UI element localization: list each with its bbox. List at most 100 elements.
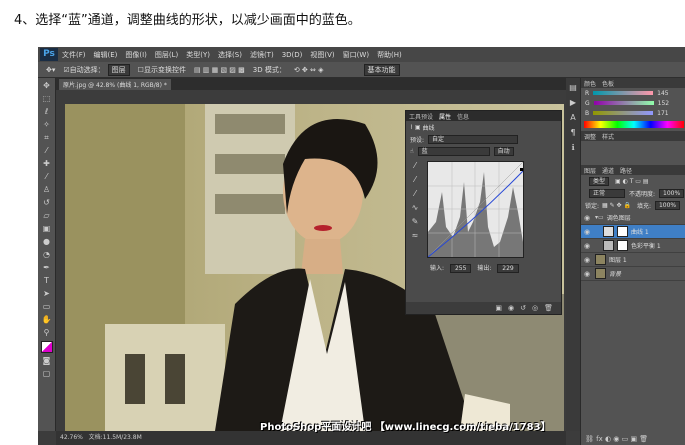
crop-icon[interactable]: ⌗ (42, 133, 52, 143)
menu-help[interactable]: 帮助(H) (377, 50, 402, 60)
fill-field[interactable]: 100% (654, 200, 681, 210)
gradient-icon[interactable]: ▣ (42, 224, 52, 234)
tab-tool-presets[interactable]: 工具预设 (409, 112, 433, 121)
layer-filter-icons[interactable]: ▣ ◐ T ▭ ▤ (615, 178, 649, 185)
character-icon[interactable]: A (568, 113, 578, 123)
menu-type[interactable]: 类型(Y) (186, 50, 210, 60)
red-value[interactable]: 145 (657, 90, 668, 97)
move-icon[interactable]: ✥ (42, 81, 52, 91)
move-tool-icon[interactable]: ✥▾ (46, 66, 55, 74)
white-point-eyedropper-icon[interactable]: ⁄ (408, 189, 422, 203)
menu-file[interactable]: 文件(F) (62, 50, 86, 60)
info-icon[interactable]: ℹ (568, 143, 578, 153)
shape-icon[interactable]: ▭ (42, 302, 52, 312)
tab-color[interactable]: 颜色 (584, 79, 596, 88)
view-previous-icon[interactable]: ◉ (508, 304, 514, 312)
tab-layers[interactable]: 图层 (584, 166, 596, 175)
reset-icon[interactable]: ↺ (520, 304, 526, 312)
menu-window[interactable]: 窗口(W) (343, 50, 369, 60)
layer-1-row[interactable]: ◉ 图层 1 (581, 253, 685, 267)
menu-view[interactable]: 视图(V) (310, 50, 334, 60)
tab-swatches[interactable]: 色板 (602, 79, 614, 88)
layers-footer-icons[interactable]: ⛓ fx ◐ ◉ ▭ ▣ 🗑 (585, 435, 648, 443)
visibility-eye-icon[interactable]: ◉ (584, 228, 592, 236)
curves-graph[interactable] (427, 161, 524, 258)
actions-icon[interactable]: ▶ (568, 98, 578, 108)
hand-icon[interactable]: ✋ (42, 315, 52, 325)
visibility-eye-icon[interactable]: ◉ (584, 214, 592, 222)
pen-icon[interactable]: ✒ (42, 263, 52, 273)
workspace-dropdown[interactable]: 基本功能 (363, 63, 400, 76)
color-swatches-icon[interactable] (40, 341, 53, 353)
preset-dropdown[interactable]: 自定 (428, 134, 519, 144)
stamp-icon[interactable]: ♙ (42, 185, 52, 195)
color-spectrum[interactable] (584, 121, 684, 128)
paragraph-icon[interactable]: ¶ (568, 128, 578, 138)
blue-slider[interactable]: B 171 (581, 108, 685, 118)
on-image-adjust-icon[interactable]: ☝ (410, 148, 414, 155)
visibility-eye-icon[interactable]: ◉ (584, 256, 592, 264)
menu-image[interactable]: 图像(I) (125, 50, 147, 60)
brush-icon[interactable]: ⁄ (42, 172, 52, 182)
auto-select-dropdown[interactable]: 图层 (107, 63, 130, 76)
magic-wand-icon[interactable]: ✧ (42, 120, 52, 130)
blur-icon[interactable]: ● (42, 237, 52, 247)
channel-dropdown[interactable]: 蓝 (417, 146, 490, 156)
quick-mask-icon[interactable]: ◙ (42, 356, 52, 366)
menu-filter[interactable]: 滤镜(T) (250, 50, 274, 60)
history-icon[interactable]: ▤ (568, 83, 578, 93)
tab-adjustments[interactable]: 调整 (584, 132, 596, 141)
eraser-icon[interactable]: ▱ (42, 211, 52, 221)
tab-styles[interactable]: 样式 (602, 132, 614, 141)
visibility-eye-icon[interactable]: ◉ (584, 242, 592, 250)
layer-kind-dropdown[interactable]: 类型 (589, 176, 610, 186)
auto-button[interactable]: 自动 (493, 146, 514, 156)
tab-channels[interactable]: 通道 (602, 166, 614, 175)
green-value[interactable]: 152 (658, 100, 669, 107)
tab-paths[interactable]: 路径 (620, 166, 632, 175)
lasso-icon[interactable]: ℓ (42, 107, 52, 117)
document-tab[interactable]: 原片.jpg @ 42.8% (曲线 1, RGB/8) * (59, 79, 171, 90)
tab-properties[interactable]: 属性 (439, 112, 451, 121)
layer-color-balance-row[interactable]: ◉ 色彩平衡 1 (581, 239, 685, 253)
layer-curves-row[interactable]: ◉ 曲线 1 (581, 225, 685, 239)
menu-select[interactable]: 选择(S) (218, 50, 242, 60)
layer-name: 图层 1 (609, 257, 627, 264)
smooth-icon[interactable]: ≈ (408, 231, 422, 245)
screen-mode-icon[interactable]: ▢ (42, 369, 52, 379)
3d-tools-icon[interactable]: ⟲ ✥ ⇔ ◈ (294, 66, 324, 74)
menu-layer[interactable]: 图层(L) (155, 50, 178, 60)
marquee-icon[interactable]: ⬚ (42, 94, 52, 104)
history-brush-icon[interactable]: ↺ (42, 198, 52, 208)
opacity-field[interactable]: 100% (659, 188, 685, 198)
dodge-icon[interactable]: ◔ (42, 250, 52, 260)
visibility-icon[interactable]: ◎ (532, 304, 538, 312)
align-icons[interactable]: ▤ ▥ ▦ ▧ ▨ ▩ (194, 66, 245, 74)
blend-mode-dropdown[interactable]: 正常 (589, 188, 625, 198)
healing-icon[interactable]: ✚ (42, 159, 52, 169)
type-icon[interactable]: T (42, 276, 52, 286)
menu-edit[interactable]: 编辑(E) (94, 50, 118, 60)
visibility-eye-icon[interactable]: ◉ (584, 270, 592, 278)
path-select-icon[interactable]: ➤ (42, 289, 52, 299)
tab-info[interactable]: 信息 (457, 112, 469, 121)
layer-background-row[interactable]: ◉ 背景 (581, 267, 685, 281)
output-field[interactable]: 229 (497, 264, 519, 273)
layer-group-row[interactable]: ◉ ▾▭ 调色图层 (581, 211, 685, 225)
eyedropper-icon[interactable]: ⁄ (42, 146, 52, 156)
green-slider[interactable]: G 152 (581, 98, 685, 108)
red-slider[interactable]: R 145 (581, 88, 685, 98)
trash-icon[interactable]: 🗑 (544, 304, 553, 312)
black-point-eyedropper-icon[interactable]: ⁄ (408, 161, 422, 175)
clip-to-layer-icon[interactable]: ▣ (495, 304, 502, 312)
input-field[interactable]: 255 (449, 264, 472, 273)
curves-footer: ▣ ◉ ↺ ◎ 🗑 (406, 302, 561, 314)
gray-point-eyedropper-icon[interactable]: ⁄ (408, 175, 422, 189)
pencil-icon[interactable]: ✎ (408, 217, 422, 231)
blue-value[interactable]: 171 (657, 110, 668, 117)
zoom-icon[interactable]: ⚲ (42, 328, 52, 338)
photoshop-window: Ps 文件(F) 编辑(E) 图像(I) 图层(L) 类型(Y) 选择(S) 滤… (38, 47, 685, 445)
lock-icons[interactable]: ▦ ✎ ✥ 🔒 (602, 202, 631, 209)
curve-edit-icon[interactable]: ∿ (408, 203, 422, 217)
menu-3d[interactable]: 3D(D) (282, 51, 303, 59)
